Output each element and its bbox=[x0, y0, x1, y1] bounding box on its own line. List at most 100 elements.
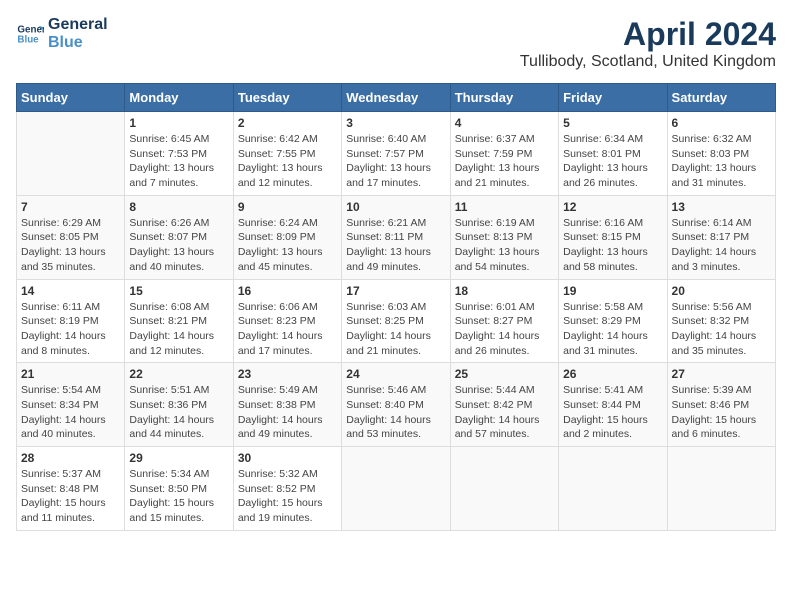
calendar-cell: 14Sunrise: 6:11 AMSunset: 8:19 PMDayligh… bbox=[17, 279, 125, 363]
day-info-line: Daylight: 13 hours bbox=[346, 246, 431, 258]
day-info-line: Sunset: 8:44 PM bbox=[563, 399, 641, 411]
day-info: Sunrise: 5:34 AMSunset: 8:50 PMDaylight:… bbox=[129, 467, 228, 526]
calendar-title: April 2024 bbox=[520, 16, 776, 53]
day-info-line: and 3 minutes. bbox=[672, 261, 741, 273]
calendar-cell: 5Sunrise: 6:34 AMSunset: 8:01 PMDaylight… bbox=[559, 112, 667, 196]
calendar-cell bbox=[559, 447, 667, 531]
day-info-line: and 6 minutes. bbox=[672, 428, 741, 440]
day-number: 18 bbox=[455, 284, 554, 298]
day-info-line: Sunset: 8:05 PM bbox=[21, 231, 99, 243]
day-number: 28 bbox=[21, 451, 120, 465]
day-info-line: Sunset: 8:46 PM bbox=[672, 399, 750, 411]
day-info-line: Daylight: 14 hours bbox=[129, 414, 214, 426]
day-info-line: Sunset: 8:32 PM bbox=[672, 315, 750, 327]
day-info-line: and 21 minutes. bbox=[455, 177, 530, 189]
calendar-cell bbox=[450, 447, 558, 531]
day-info-line: Sunrise: 5:49 AM bbox=[238, 384, 318, 396]
day-info: Sunrise: 6:29 AMSunset: 8:05 PMDaylight:… bbox=[21, 216, 120, 275]
day-info-line: Daylight: 15 hours bbox=[238, 497, 323, 509]
day-info: Sunrise: 5:37 AMSunset: 8:48 PMDaylight:… bbox=[21, 467, 120, 526]
day-info-line: Sunset: 8:29 PM bbox=[563, 315, 641, 327]
day-info: Sunrise: 5:32 AMSunset: 8:52 PMDaylight:… bbox=[238, 467, 337, 526]
calendar-cell: 20Sunrise: 5:56 AMSunset: 8:32 PMDayligh… bbox=[667, 279, 775, 363]
day-info-line: Daylight: 13 hours bbox=[346, 162, 431, 174]
col-monday: Monday bbox=[125, 84, 233, 112]
day-info: Sunrise: 6:40 AM Sunset: 7:57 PM Daylight:… bbox=[346, 132, 445, 191]
calendar-cell: 15Sunrise: 6:08 AMSunset: 8:21 PMDayligh… bbox=[125, 279, 233, 363]
day-info-line: Sunrise: 5:41 AM bbox=[563, 384, 643, 396]
day-info-line: Daylight: 13 hours bbox=[129, 162, 214, 174]
calendar-cell: 17Sunrise: 6:03 AMSunset: 8:25 PMDayligh… bbox=[342, 279, 450, 363]
day-info-line: Daylight: 13 hours bbox=[129, 246, 214, 258]
calendar-cell: 7Sunrise: 6:29 AMSunset: 8:05 PMDaylight… bbox=[17, 195, 125, 279]
day-number: 1 bbox=[129, 116, 228, 130]
day-info-line: Daylight: 14 hours bbox=[563, 330, 648, 342]
day-info-line: and 12 minutes. bbox=[238, 177, 313, 189]
day-info-line: Sunset: 8:50 PM bbox=[129, 483, 207, 495]
day-number: 5 bbox=[563, 116, 662, 130]
day-info-line: Daylight: 14 hours bbox=[21, 414, 106, 426]
day-info-line: Sunset: 8:21 PM bbox=[129, 315, 207, 327]
calendar-cell: 9Sunrise: 6:24 AMSunset: 8:09 PMDaylight… bbox=[233, 195, 341, 279]
day-info-line: Sunrise: 6:08 AM bbox=[129, 301, 209, 313]
day-number: 27 bbox=[672, 367, 771, 381]
day-info-line: Sunrise: 5:54 AM bbox=[21, 384, 101, 396]
calendar-cell: 11Sunrise: 6:19 AMSunset: 8:13 PMDayligh… bbox=[450, 195, 558, 279]
calendar-week-row: 28 Sunrise: 5:37 AMSunset: 8:48 PMDayligh… bbox=[17, 447, 776, 531]
calendar-cell: 24Sunrise: 5:46 AMSunset: 8:40 PMDayligh… bbox=[342, 363, 450, 447]
day-info-line: Sunset: 8:40 PM bbox=[346, 399, 424, 411]
day-info-line: Sunset: 8:13 PM bbox=[455, 231, 533, 243]
calendar-cell: 22Sunrise: 5:51 AMSunset: 8:36 PMDayligh… bbox=[125, 363, 233, 447]
logo: General Blue General Blue bbox=[16, 16, 108, 51]
day-info-line: Daylight: 14 hours bbox=[455, 414, 540, 426]
day-info-line: Sunset: 7:57 PM bbox=[346, 148, 424, 160]
day-info-line: Sunrise: 6:40 AM bbox=[346, 133, 426, 145]
day-info-line: Daylight: 14 hours bbox=[238, 414, 323, 426]
day-info-line: Sunset: 8:15 PM bbox=[563, 231, 641, 243]
calendar-cell: 21Sunrise: 5:54 AMSunset: 8:34 PMDayligh… bbox=[17, 363, 125, 447]
logo-text-line2: Blue bbox=[48, 34, 108, 52]
day-info-line: Sunrise: 5:37 AM bbox=[21, 468, 101, 480]
day-info: Sunrise: 5:41 AM Sunset: 8:44 PM Daylight:… bbox=[563, 383, 662, 442]
day-info-line: and 15 minutes. bbox=[129, 512, 204, 524]
col-saturday: Saturday bbox=[667, 84, 775, 112]
day-info-line: and 45 minutes. bbox=[238, 261, 313, 273]
col-wednesday: Wednesday bbox=[342, 84, 450, 112]
day-info-line: Sunset: 8:38 PM bbox=[238, 399, 316, 411]
day-info-line: Sunset: 8:52 PM bbox=[238, 483, 316, 495]
day-info: Sunrise: 6:11 AMSunset: 8:19 PMDaylight:… bbox=[21, 300, 120, 359]
calendar-cell: 4Sunrise: 6:37 AMSunset: 7:59 PMDaylight… bbox=[450, 112, 558, 196]
day-info-line: and 54 minutes. bbox=[455, 261, 530, 273]
calendar-cell: 8 Sunrise: 6:26 AMSunset: 8:07 PMDaylight… bbox=[125, 195, 233, 279]
title-block: April 2024 Tullibody, Scotland, United K… bbox=[520, 16, 776, 71]
day-info-line: Daylight: 13 hours bbox=[672, 162, 757, 174]
day-info-line: Daylight: 13 hours bbox=[563, 246, 648, 258]
day-number: 6 bbox=[672, 116, 771, 130]
day-info: Sunrise: 5:51 AMSunset: 8:36 PMDaylight:… bbox=[129, 383, 228, 442]
logo-text-line1: General bbox=[48, 16, 108, 34]
calendar-table: Sunday Monday Tuesday Wednesday Thursday… bbox=[16, 83, 776, 531]
day-info-line: Daylight: 14 hours bbox=[238, 330, 323, 342]
day-info: Sunrise: 6:01 AMSunset: 8:27 PMDaylight:… bbox=[455, 300, 554, 359]
day-info-line: and 53 minutes. bbox=[346, 428, 421, 440]
day-number: 10 bbox=[346, 200, 445, 214]
page-header: General Blue General Blue April 2024 Tul… bbox=[16, 16, 776, 71]
day-number: 8 bbox=[129, 200, 228, 214]
day-info-line: and 40 minutes. bbox=[129, 261, 204, 273]
day-info: Sunrise: 6:03 AMSunset: 8:25 PMDaylight:… bbox=[346, 300, 445, 359]
day-number: 16 bbox=[238, 284, 337, 298]
day-info-line: Daylight: 15 hours bbox=[563, 414, 648, 426]
day-info: Sunrise: 5:58 AMSunset: 8:29 PMDaylight:… bbox=[563, 300, 662, 359]
day-number: 4 bbox=[455, 116, 554, 130]
day-info-line: Daylight: 13 hours bbox=[455, 246, 540, 258]
day-info-line: Sunrise: 6:42 AM bbox=[238, 133, 318, 145]
calendar-cell bbox=[667, 447, 775, 531]
day-number: 21 bbox=[21, 367, 120, 381]
calendar-cell: 3Sunrise: 6:40 AMSunset: 7:57 PMDaylight… bbox=[342, 112, 450, 196]
day-info-line: Sunrise: 6:14 AM bbox=[672, 217, 752, 229]
day-info: Sunrise: 6:26 AMSunset: 8:07 PMDaylight:… bbox=[129, 216, 228, 275]
day-info-line: and 7 minutes. bbox=[129, 177, 198, 189]
day-number: 9 bbox=[238, 200, 337, 214]
day-info-line: Sunrise: 6:01 AM bbox=[455, 301, 535, 313]
day-info-line: Sunrise: 6:26 AM bbox=[129, 217, 209, 229]
